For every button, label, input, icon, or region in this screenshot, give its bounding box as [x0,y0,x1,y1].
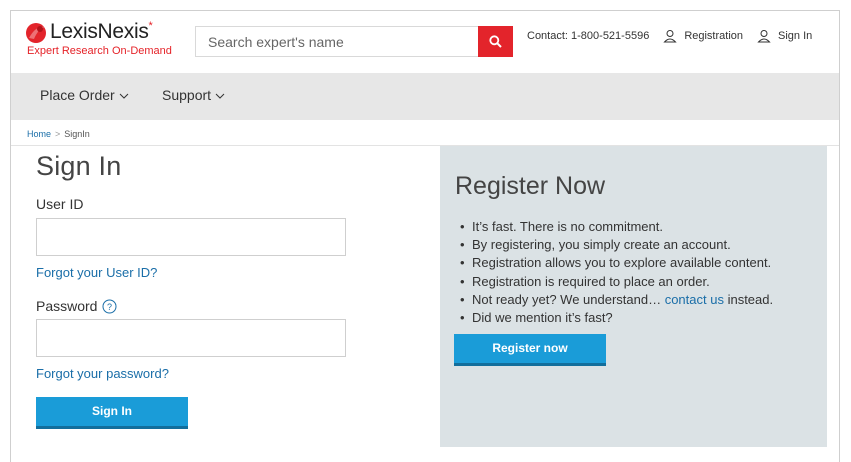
logo-name: LexisNexis* [50,20,153,43]
breadcrumb-current: SignIn [64,129,90,139]
signin-link[interactable]: Sign In [778,30,812,42]
svg-text:?: ? [107,302,112,312]
nav-support-label: Support [162,87,212,103]
forgot-userid-link[interactable]: Forgot your User ID? [36,265,157,280]
password-label-row: Password? [36,298,117,314]
password-label: Password [36,298,98,314]
search-icon [489,35,502,48]
lexisnexis-logo[interactable]: LexisNexis* Expert Research On-Demand [25,19,195,61]
breadcrumb-home[interactable]: Home [27,129,51,139]
list-item-text: Not ready yet? We understand… [472,291,665,307]
register-benefits-list: It’s fast. There is no commitment. By re… [460,218,773,327]
signin-user-icon [757,30,771,43]
userid-input[interactable] [36,218,346,256]
nav-place-order-label: Place Order [40,87,115,103]
site-header: LexisNexis* Expert Research On-Demand Co… [11,11,839,73]
list-item: By registering, you simply create an acc… [460,236,773,254]
chevron-down-icon [215,93,225,100]
chevron-down-icon [119,93,129,100]
list-item: Did we mention it’s fast? [460,309,773,327]
nav-place-order[interactable]: Place Order [40,87,129,103]
register-title: Register Now [455,172,606,200]
search-button[interactable] [478,26,513,57]
page-frame: LexisNexis* Expert Research On-Demand Co… [10,10,840,462]
contact-us-link[interactable]: contact us [665,292,724,307]
forgot-password-link[interactable]: Forgot your password? [36,366,169,381]
signin-button[interactable]: Sign In [36,397,188,429]
list-item: Registration is required to place an ord… [460,273,773,291]
expert-search-input[interactable] [195,26,478,57]
registration-user-icon [663,30,677,43]
contact-phone: Contact: 1-800-521-5596 [527,30,650,42]
logo-mark-icon [26,23,46,43]
logo-tagline: Expert Research On-Demand [27,45,172,57]
page-title: Sign In [36,151,122,181]
list-item: Registration allows you to explore avail… [460,254,773,272]
userid-label: User ID [36,196,84,212]
list-item-text: instead. [723,291,774,307]
nav-support[interactable]: Support [162,87,225,103]
logo-mark-star: * [148,20,153,32]
registration-link[interactable]: Registration [684,30,743,42]
breadcrumb: Home > SignIn [27,129,90,139]
register-now-button[interactable]: Register now [454,334,606,366]
main-nav: Place Order Support [11,73,839,120]
help-icon[interactable]: ? [102,299,117,314]
list-item: It’s fast. There is no commitment. [460,218,773,236]
breadcrumb-separator-icon: > [55,129,61,139]
register-panel: Register Now It’s fast. There is no comm… [440,146,827,447]
password-input[interactable] [36,319,346,357]
header-links: Contact: 1-800-521-5596 Registration Sig… [527,29,812,43]
list-item: Not ready yet? We understand… contact us… [460,291,773,309]
